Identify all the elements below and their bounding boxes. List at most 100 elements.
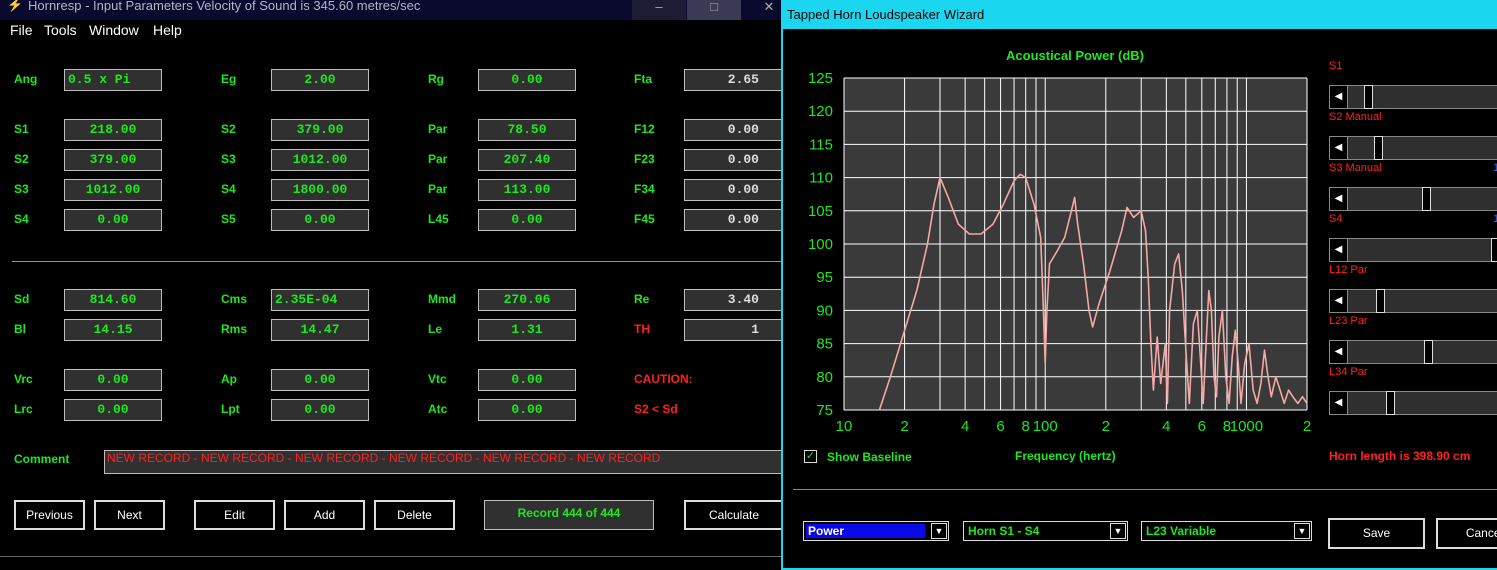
rg-field[interactable]: 0.00 [478, 69, 576, 91]
calculate-button[interactable]: Calculate [684, 500, 782, 530]
parameter-slider[interactable]: ◀ [1329, 391, 1497, 415]
comment-field[interactable]: NEW RECORD - NEW RECORD - NEW RECORD - N… [104, 450, 782, 474]
s2-field[interactable]: 379.00 [271, 119, 369, 141]
le-field[interactable]: 1.31 [478, 319, 576, 341]
slider-thumb[interactable] [1491, 238, 1497, 262]
mmd-label: Mmd [428, 292, 456, 306]
par34-field[interactable]: 113.00 [478, 179, 576, 201]
rms-label: Rms [221, 322, 248, 336]
vrc-label: Vrc [14, 372, 33, 386]
f12-field[interactable]: 0.00 [684, 119, 782, 141]
previous-button[interactable]: Previous [14, 500, 85, 530]
mode-dropdown[interactable]: Power ▼ [803, 521, 949, 541]
cancel-button[interactable]: Cancel [1436, 518, 1497, 549]
left-arrow-icon[interactable]: ◀ [1330, 290, 1348, 312]
sd-label: Sd [14, 292, 30, 306]
par12-field[interactable]: 78.50 [478, 119, 576, 141]
f34-field[interactable]: 0.00 [684, 179, 782, 201]
show-baseline-checkbox[interactable]: ✓ [804, 450, 817, 463]
main-window-title: Hornresp - Input Parameters Velocity of … [28, 0, 421, 13]
x-tick-label: 4 [961, 418, 969, 435]
par23-field[interactable]: 207.40 [478, 149, 576, 171]
left-arrow-icon[interactable]: ◀ [1330, 188, 1348, 210]
maximize-button[interactable]: □ [687, 0, 741, 20]
slider-thumb[interactable] [1374, 136, 1383, 160]
slider-label: S3 Manual [1329, 162, 1382, 174]
left-arrow-icon[interactable]: ◀ [1330, 392, 1348, 414]
lightning-bolt-icon: ⚡ [7, 0, 24, 12]
slider-thumb[interactable] [1375, 289, 1385, 313]
le-label: Le [428, 322, 443, 336]
s3-label: S3 [221, 152, 236, 166]
frequency-axis-label: Frequency (hertz) [1015, 449, 1116, 463]
lrc-field[interactable]: 0.00 [64, 399, 162, 421]
y-tick-label: 75 [816, 402, 833, 419]
variable-dropdown[interactable]: L23 Variable ▼ [1141, 521, 1312, 541]
chevron-down-icon: ▼ [1110, 523, 1126, 539]
rms-field[interactable]: 14.47 [271, 319, 369, 341]
comment-label: Comment [14, 452, 70, 466]
f23-field[interactable]: 0.00 [684, 149, 782, 171]
add-button[interactable]: Add [284, 500, 365, 530]
save-button[interactable]: Save [1328, 518, 1425, 549]
horn-dropdown[interactable]: Horn S1 - S4 ▼ [963, 521, 1128, 541]
left-arrow-icon[interactable]: ◀ [1330, 239, 1348, 261]
s2-row-label: S2 [14, 152, 29, 166]
lrc-label: Lrc [14, 402, 33, 416]
parameter-slider[interactable]: ◀ [1329, 238, 1497, 262]
lpt-field[interactable]: 0.00 [271, 399, 369, 421]
slider-thumb[interactable] [1423, 340, 1433, 364]
parameter-slider[interactable]: ◀ [1329, 136, 1497, 160]
delete-button[interactable]: Delete [374, 500, 455, 530]
bl-field[interactable]: 14.15 [64, 319, 162, 341]
slider-thumb[interactable] [1363, 85, 1373, 109]
menu-tools[interactable]: Tools [44, 22, 77, 38]
main-window: ⚡ Hornresp - Input Parameters Velocity o… [0, 0, 782, 570]
fta-field[interactable]: 2.65 [684, 69, 782, 91]
s3-row-field[interactable]: 1012.00 [64, 179, 162, 201]
s3-field[interactable]: 1012.00 [271, 149, 369, 171]
s2-row-field[interactable]: 379.00 [64, 149, 162, 171]
th-field[interactable]: 1 [684, 319, 782, 341]
l45-field[interactable]: 0.00 [478, 209, 576, 231]
slider-label: L23 Par [1329, 315, 1368, 327]
slider-thumb[interactable] [1386, 391, 1395, 415]
cms-field[interactable]: 2.35E-04 [271, 289, 369, 311]
vtc-field[interactable]: 0.00 [478, 369, 576, 391]
y-tick-label: 105 [808, 203, 833, 220]
variable-dropdown-value: L23 Variable [1146, 524, 1217, 538]
minimize-button[interactable]: – [632, 0, 686, 20]
left-arrow-icon[interactable]: ◀ [1330, 137, 1348, 159]
y-tick-label: 85 [816, 336, 833, 353]
s4-row-field[interactable]: 0.00 [64, 209, 162, 231]
mmd-field[interactable]: 270.06 [478, 289, 576, 311]
close-button[interactable]: ✕ [742, 0, 782, 20]
menu-window[interactable]: Window [89, 22, 139, 38]
x-tick-label: 10 [836, 418, 853, 435]
re-field[interactable]: 3.40 [684, 289, 782, 311]
parameter-slider[interactable]: ◀ [1329, 289, 1497, 313]
vrc-field[interactable]: 0.00 [64, 369, 162, 391]
left-arrow-icon[interactable]: ◀ [1330, 86, 1348, 108]
parameter-slider[interactable]: ◀ [1329, 340, 1497, 364]
sd-field[interactable]: 814.60 [64, 289, 162, 311]
menu-file[interactable]: File [10, 22, 33, 38]
s1-field[interactable]: 218.00 [64, 119, 162, 141]
eg-field[interactable]: 2.00 [271, 69, 369, 91]
main-title-bar: ⚡ Hornresp - Input Parameters Velocity o… [0, 0, 782, 20]
parameter-slider[interactable]: ◀ [1329, 85, 1497, 109]
next-button[interactable]: Next [94, 500, 165, 530]
edit-button[interactable]: Edit [194, 500, 275, 530]
atc-field[interactable]: 0.00 [478, 399, 576, 421]
s5-field[interactable]: 0.00 [271, 209, 369, 231]
slider-thumb[interactable] [1422, 187, 1431, 211]
vtc-label: Vtc [428, 372, 447, 386]
left-arrow-icon[interactable]: ◀ [1330, 341, 1348, 363]
s4-field[interactable]: 1800.00 [271, 179, 369, 201]
parameter-slider[interactable]: ◀ [1329, 187, 1497, 211]
ang-field[interactable]: 0.5 x Pi [64, 69, 162, 91]
f45-field[interactable]: 0.00 [684, 209, 782, 231]
ap-field[interactable]: 0.00 [271, 369, 369, 391]
menu-help[interactable]: Help [153, 22, 182, 38]
y-tick-label: 100 [808, 236, 833, 253]
